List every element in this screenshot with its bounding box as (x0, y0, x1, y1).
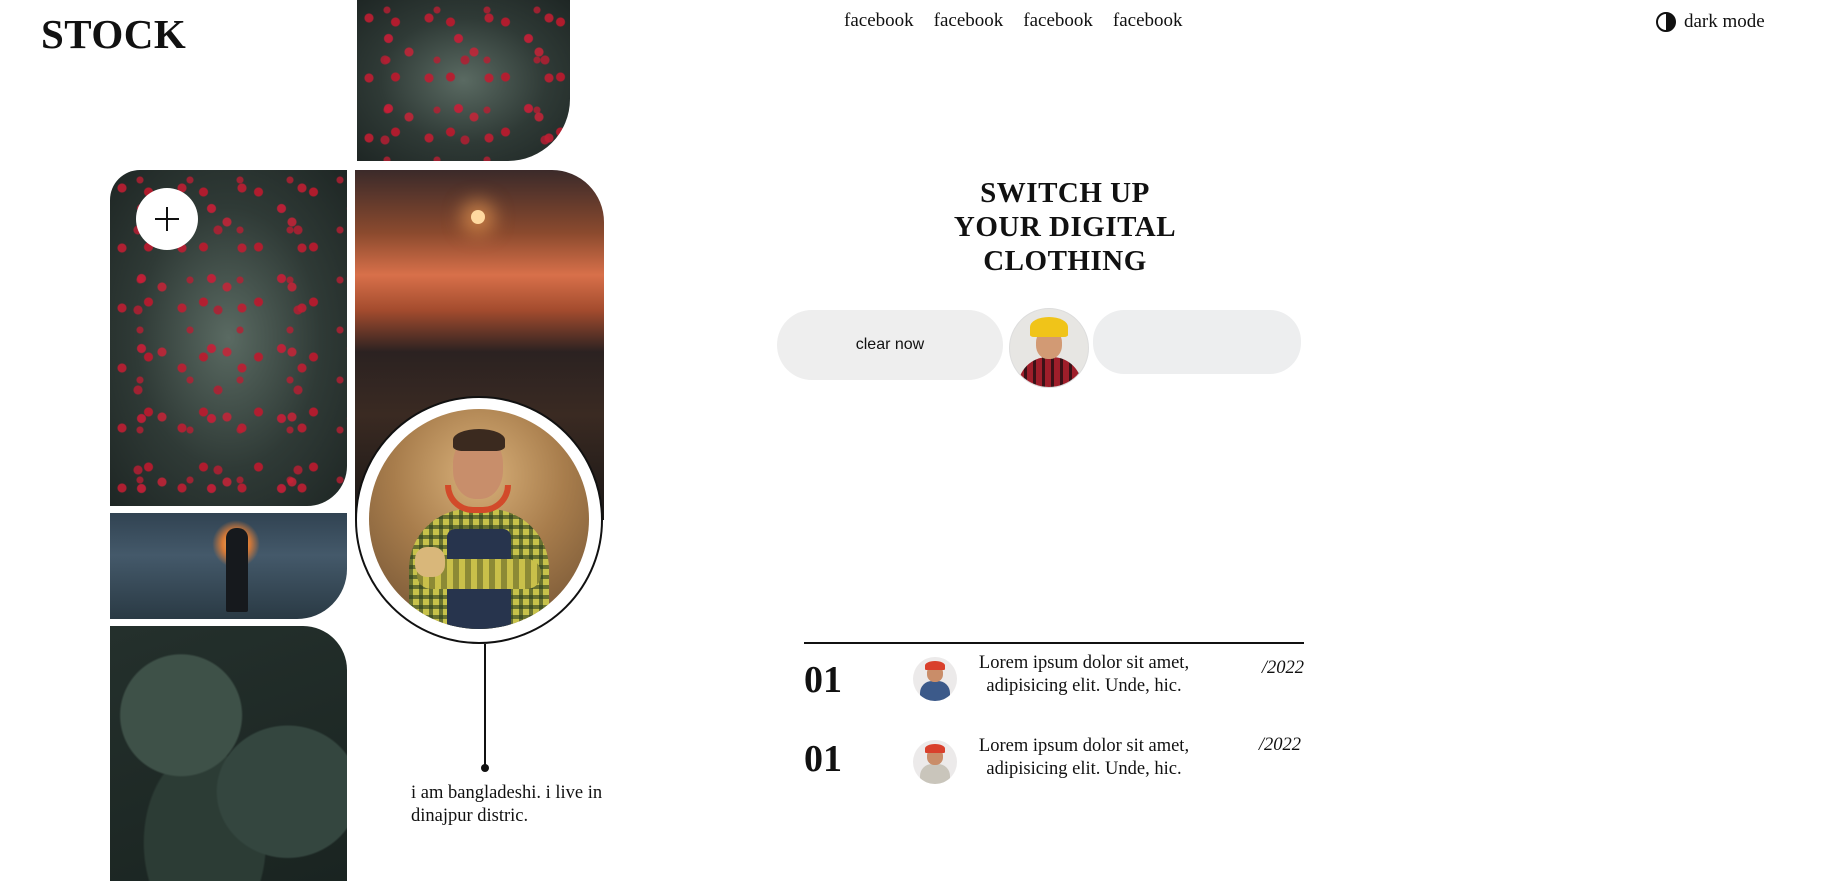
list-item[interactable]: 01 Lorem ipsum dolor sit amet, adipisici… (804, 735, 1304, 815)
portrait-hair (453, 429, 505, 451)
worker-thumbnail (913, 657, 957, 701)
top-nav: facebook facebook facebook facebook (844, 10, 1183, 32)
dark-mode-label: dark mode (1684, 11, 1765, 32)
list-item-number: 01 (804, 659, 842, 701)
connector-line (484, 644, 486, 766)
headphones-icon (445, 485, 511, 513)
bio-text: i am bangladeshi. i live in dinajpur dis… (411, 783, 603, 826)
hero-title: SWITCH UP YOUR DIGITAL CLOTHING (900, 176, 1230, 278)
thumb-body (920, 681, 950, 701)
thumb-hat (925, 661, 945, 670)
dark-mode-toggle[interactable]: dark mode (1656, 11, 1765, 33)
list-divider (804, 642, 1304, 644)
berries-photo-top (357, 0, 570, 161)
add-button[interactable] (136, 188, 198, 250)
leaves-photo (110, 626, 347, 881)
soldier-silhouette (226, 528, 248, 612)
list-item-number: 01 (804, 738, 842, 780)
sun-glow (471, 210, 485, 224)
glove-icon (415, 547, 445, 577)
connector-dot (481, 764, 489, 772)
pill-input[interactable] (1093, 310, 1301, 374)
thumb-hat (925, 744, 945, 753)
list-item-date: /2022 (1261, 658, 1304, 678)
list-item[interactable]: 01 Lorem ipsum dolor sit amet, adipisici… (804, 652, 1304, 732)
avatar-body (1018, 357, 1082, 387)
nav-link-facebook-2[interactable]: facebook (934, 10, 1004, 32)
contrast-icon (1656, 12, 1676, 32)
nav-link-facebook-3[interactable]: facebook (1023, 10, 1093, 32)
hero-title-line-2: YOUR DIGITAL (953, 211, 1177, 243)
avatar[interactable] (1009, 308, 1089, 388)
hard-hat-icon (1030, 317, 1068, 337)
worker-thumbnail (913, 740, 957, 784)
list-item-text: Lorem ipsum dolor sit amet, adipisicing … (978, 653, 1190, 696)
site-logo[interactable]: STOCK (41, 10, 186, 59)
nav-link-facebook-1[interactable]: facebook (844, 10, 914, 32)
hero-title-line-1: SWITCH UP (980, 177, 1150, 209)
hero-title-line-3: CLOTHING (983, 245, 1147, 277)
thumb-body (920, 764, 950, 784)
list-item-text: Lorem ipsum dolor sit amet, adipisicing … (978, 736, 1190, 779)
worker-portrait (369, 409, 589, 629)
nav-link-facebook-4[interactable]: facebook (1113, 10, 1183, 32)
list-item-date: /2022 (1258, 735, 1301, 755)
clear-now-button[interactable]: clear now (777, 310, 1003, 380)
